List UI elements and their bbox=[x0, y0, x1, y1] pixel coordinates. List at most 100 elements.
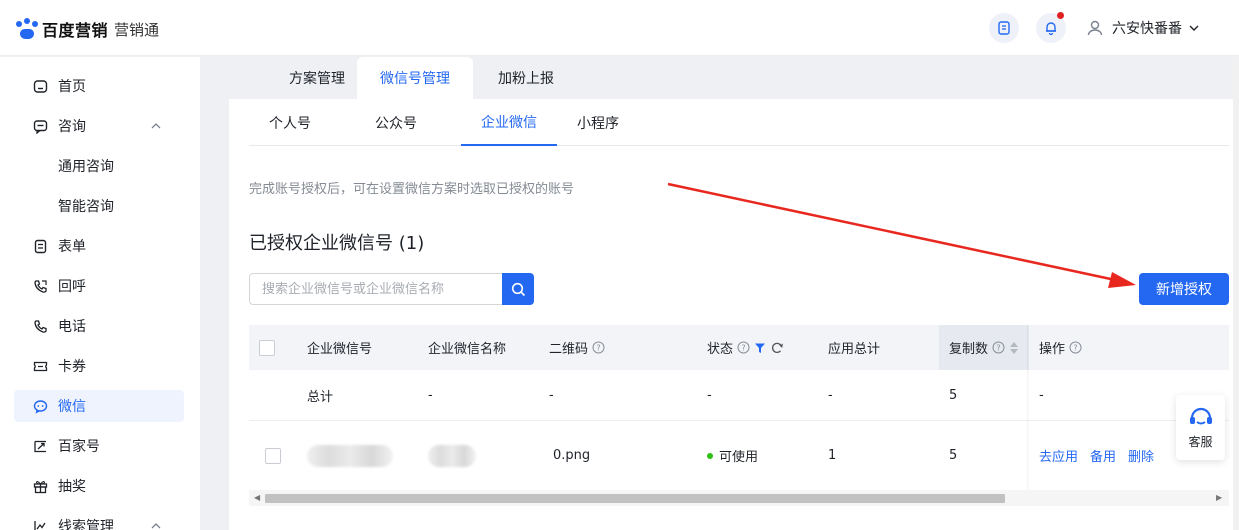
column-header-wecom-id: 企业微信号 bbox=[307, 342, 373, 357]
product-name: 营销通 bbox=[114, 20, 160, 39]
apply-link[interactable]: 去应用 bbox=[1039, 446, 1078, 465]
qrcode-file[interactable]: 0.png bbox=[553, 421, 590, 490]
sidebar-item-label: 回呼 bbox=[58, 279, 86, 295]
sidebar-item-label: 电话 bbox=[58, 319, 86, 335]
user-menu[interactable]: 六安快番番 bbox=[1086, 15, 1200, 41]
summary-status: - bbox=[707, 388, 712, 403]
gift-icon bbox=[32, 478, 48, 494]
sidebar-item-phone[interactable]: 电话 bbox=[14, 310, 184, 342]
filter-icon[interactable] bbox=[754, 342, 766, 354]
summary-label: 总计 bbox=[307, 390, 334, 405]
baidu-paw-icon bbox=[16, 18, 38, 40]
sidebar-item-label: 线索管理 bbox=[58, 519, 114, 530]
ticket-icon bbox=[32, 358, 48, 374]
column-label: 复制数 bbox=[949, 342, 989, 357]
page-vertical-scrollbar[interactable] bbox=[1233, 57, 1239, 530]
tab-personal-account[interactable]: 个人号 bbox=[249, 100, 331, 146]
chat-icon bbox=[32, 118, 48, 134]
column-header-copies[interactable]: 复制数 ? bbox=[949, 325, 1019, 370]
sidebar-item-label: 抽奖 bbox=[58, 479, 86, 495]
usage-total-cell: 1 bbox=[828, 448, 837, 463]
notes-icon bbox=[998, 21, 1010, 35]
sidebar-item-baijiahao[interactable]: 百家号 bbox=[14, 430, 184, 462]
column-header-qrcode: 二维码 ? bbox=[549, 325, 605, 370]
help-icon[interactable]: ? bbox=[992, 341, 1005, 354]
customer-service-label: 客服 bbox=[1188, 435, 1213, 449]
backup-link[interactable]: 备用 bbox=[1090, 446, 1116, 465]
svg-text:?: ? bbox=[1073, 344, 1077, 353]
notification-badge bbox=[1057, 12, 1064, 19]
sub-tab-bar: 个人号 公众号 企业微信 小程序 bbox=[249, 100, 1229, 146]
sidebar-item-leads[interactable]: 线索管理 bbox=[14, 510, 184, 530]
tab-wecom[interactable]: 企业微信 bbox=[461, 100, 557, 146]
brand-logo[interactable]: 百度营销 营销通 bbox=[16, 17, 159, 41]
actions-cell: 去应用 备用 删除 bbox=[1039, 421, 1166, 490]
sidebar-item-coupon[interactable]: 卡券 bbox=[14, 350, 184, 382]
user-icon bbox=[1087, 20, 1103, 36]
search-input[interactable] bbox=[249, 273, 502, 305]
tab-mini-program[interactable]: 小程序 bbox=[565, 100, 631, 146]
summary-actions: - bbox=[1039, 388, 1044, 403]
form-icon bbox=[32, 238, 48, 254]
column-label: 操作 bbox=[1039, 342, 1066, 357]
sidebar-item-lottery[interactable]: 抽奖 bbox=[14, 470, 184, 502]
authorization-hint: 完成账号授权后，可在设置微信方案时选取已授权的账号 bbox=[249, 182, 575, 197]
summary-usage-total: - bbox=[828, 388, 833, 403]
authorized-accounts-table: 企业微信号 企业微信名称 二维码 ? 状态 ? 应用总计 复制数 ? 操作 ? … bbox=[249, 325, 1229, 509]
chevron-down-icon bbox=[1189, 25, 1199, 31]
chart-icon bbox=[32, 518, 48, 530]
sidebar-item-home[interactable]: 首页 bbox=[14, 70, 184, 102]
scroll-left-arrow-icon[interactable]: ◀ bbox=[254, 493, 260, 502]
wecom-id-cell bbox=[307, 421, 393, 490]
status-cell: 可使用 bbox=[707, 421, 758, 490]
sidebar-item-label: 百家号 bbox=[58, 439, 100, 455]
help-icon[interactable]: ? bbox=[592, 341, 605, 354]
help-icon[interactable]: ? bbox=[737, 341, 750, 354]
sidebar-subitem-smart-consult[interactable]: 智能咨询 bbox=[58, 190, 114, 222]
table-row: 0.png 可使用 1 5 去应用 备用 删除 bbox=[249, 421, 1229, 490]
wechat-icon bbox=[32, 398, 48, 414]
column-label: 二维码 bbox=[549, 342, 589, 357]
sidebar-item-consult[interactable]: 咨询 bbox=[14, 110, 184, 142]
wecom-name-cell bbox=[428, 421, 476, 490]
column-header-wecom-name: 企业微信名称 bbox=[428, 342, 507, 357]
add-authorization-button[interactable]: 新增授权 bbox=[1139, 273, 1229, 305]
sidebar-item-callback[interactable]: 回呼 bbox=[14, 270, 184, 302]
svg-text:?: ? bbox=[996, 344, 1000, 353]
column-header-status: 状态 ? bbox=[707, 325, 784, 370]
sort-icon[interactable] bbox=[1009, 341, 1019, 355]
refresh-icon[interactable] bbox=[770, 341, 784, 355]
headset-icon bbox=[1189, 407, 1212, 425]
tab-plan-management[interactable]: 方案管理 bbox=[263, 57, 371, 99]
scroll-right-arrow-icon[interactable]: ▶ bbox=[1216, 493, 1222, 502]
chevron-up-icon bbox=[151, 523, 161, 529]
column-header-usage-total: 应用总计 bbox=[828, 342, 881, 357]
summary-name: - bbox=[428, 388, 433, 403]
table-horizontal-scrollbar[interactable]: ◀ ▶ bbox=[249, 490, 1229, 506]
notes-button[interactable] bbox=[989, 13, 1019, 43]
sidebar-item-wechat[interactable]: 微信 bbox=[14, 390, 184, 422]
tab-wechat-account-management[interactable]: 微信号管理 bbox=[357, 57, 473, 99]
sidebar-item-form[interactable]: 表单 bbox=[14, 230, 184, 262]
home-icon bbox=[32, 78, 48, 94]
redacted-wecom-name bbox=[428, 444, 476, 467]
sidebar-subitem-general-consult[interactable]: 通用咨询 bbox=[58, 150, 114, 182]
fixed-column-shadow bbox=[1027, 325, 1029, 490]
scrollbar-thumb[interactable] bbox=[265, 494, 1005, 503]
delete-link[interactable]: 删除 bbox=[1128, 446, 1154, 465]
table-summary-row: 总计 - - - - 5 - bbox=[249, 370, 1229, 421]
notification-button[interactable] bbox=[1036, 12, 1066, 43]
search-button[interactable] bbox=[502, 273, 534, 305]
summary-copies: 5 bbox=[949, 388, 958, 403]
row-checkbox[interactable] bbox=[265, 447, 281, 464]
tab-official-account[interactable]: 公众号 bbox=[355, 100, 437, 146]
baijiahao-icon bbox=[32, 438, 48, 454]
help-icon[interactable]: ? bbox=[1069, 341, 1082, 354]
section-title: 已授权企业微信号 (1) bbox=[249, 233, 425, 254]
phone-icon bbox=[32, 318, 48, 334]
select-all-checkbox[interactable] bbox=[259, 339, 275, 356]
search-icon bbox=[511, 282, 525, 296]
customer-service-button[interactable]: 客服 bbox=[1176, 395, 1225, 460]
search-bar bbox=[249, 273, 534, 305]
tab-fan-report[interactable]: 加粉上报 bbox=[485, 57, 567, 99]
